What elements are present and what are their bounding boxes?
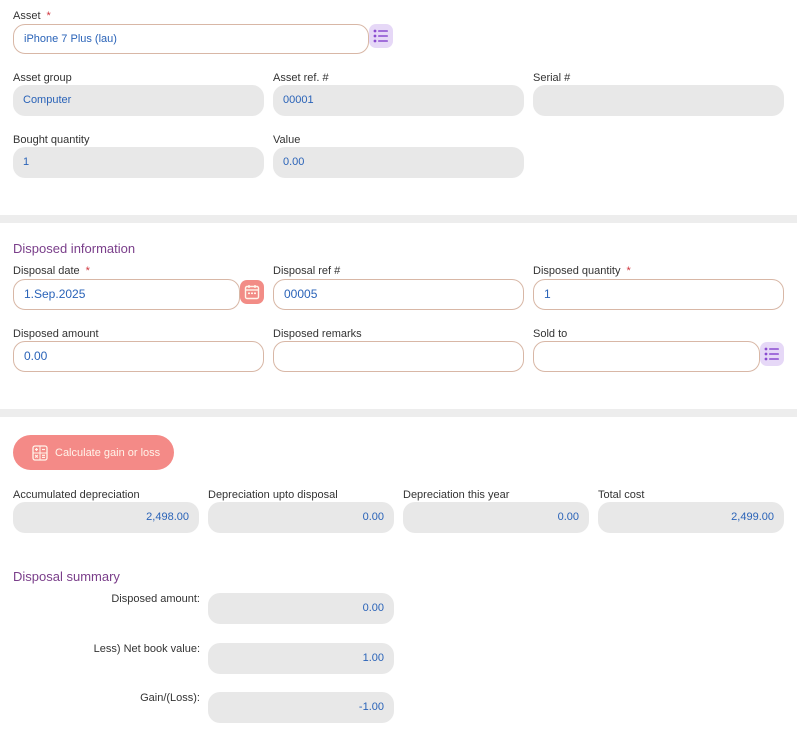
- sold-to-list-button[interactable]: [760, 342, 784, 366]
- calculate-gain-or-loss-button[interactable]: Calculate gain or loss: [13, 435, 174, 470]
- asset-label: Asset *: [13, 10, 51, 22]
- section-divider: [0, 215, 797, 223]
- total-cost-field: 2,499.00: [598, 502, 784, 533]
- disposal-summary-title: Disposal summary: [13, 569, 120, 584]
- depreciation-upto-disposal-label: Depreciation upto disposal: [208, 489, 338, 501]
- list-icon: [764, 347, 779, 361]
- asset-ref-label: Asset ref. #: [273, 72, 329, 84]
- disposal-date-picker-button[interactable]: [240, 280, 264, 304]
- disposal-ref-input[interactable]: 00005: [273, 279, 524, 310]
- disposal-date-label: Disposal date *: [13, 265, 90, 277]
- bought-quantity-field: 1: [13, 147, 264, 178]
- disposed-quantity-input[interactable]: 1: [533, 279, 784, 310]
- summary-net-book-value-label: Less) Net book value:: [93, 643, 200, 655]
- summary-gain-loss-label: Gain/(Loss):: [140, 692, 200, 704]
- calculate-button-label: Calculate gain or loss: [55, 446, 161, 459]
- value-field: 0.00: [273, 147, 524, 178]
- value-label: Value: [273, 134, 301, 146]
- depreciation-this-year-field: 0.00: [403, 502, 589, 533]
- serial-field: [533, 85, 784, 116]
- disposed-amount-label: Disposed amount: [13, 328, 99, 340]
- calculator-icon: [32, 444, 48, 461]
- section-divider: [0, 409, 797, 417]
- disposed-quantity-label: Disposed quantity *: [533, 265, 631, 277]
- summary-disposed-amount-field: 0.00: [208, 593, 394, 624]
- asset-list-button[interactable]: [369, 24, 393, 48]
- disposed-remarks-input[interactable]: [273, 341, 524, 372]
- summary-gain-loss-field: -1.00: [208, 692, 394, 723]
- bought-quantity-label: Bought quantity: [13, 134, 90, 146]
- asset-input[interactable]: iPhone 7 Plus (lau): [13, 24, 369, 54]
- depreciation-this-year-label: Depreciation this year: [403, 489, 510, 501]
- disposal-ref-label: Disposal ref #: [273, 265, 341, 277]
- asset-group-field: Computer: [13, 85, 264, 116]
- disposal-date-input[interactable]: 1.Sep.2025: [13, 279, 240, 310]
- total-cost-label: Total cost: [598, 489, 645, 501]
- asset-ref-field: 00001: [273, 85, 524, 116]
- accumulated-depreciation-label: Accumulated depreciation: [13, 489, 140, 501]
- disposed-information-title: Disposed information: [13, 241, 136, 256]
- asset-group-label: Asset group: [13, 72, 72, 84]
- summary-disposed-amount-label: Disposed amount:: [111, 593, 200, 605]
- serial-label: Serial #: [533, 72, 571, 84]
- summary-net-book-value-field: 1.00: [208, 643, 394, 674]
- sold-to-label: Sold to: [533, 328, 568, 340]
- calendar-icon: [244, 285, 260, 300]
- sold-to-input[interactable]: [533, 341, 760, 372]
- depreciation-upto-disposal-field: 0.00: [208, 502, 394, 533]
- list-icon: [373, 29, 388, 43]
- disposed-remarks-label: Disposed remarks: [273, 328, 362, 340]
- accumulated-depreciation-field: 2,498.00: [13, 502, 199, 533]
- disposed-amount-input[interactable]: 0.00: [13, 341, 264, 372]
